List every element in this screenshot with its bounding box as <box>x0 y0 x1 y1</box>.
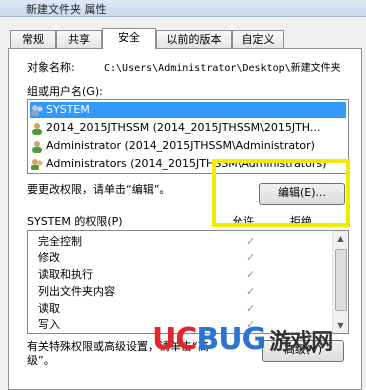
user-icon <box>30 140 44 153</box>
table-row: 列出文件夹内容 ✓ <box>38 284 338 300</box>
allow-check-icon: ✓ <box>246 268 256 281</box>
permission-name: 列出文件夹内容 <box>38 285 115 298</box>
scroll-up-icon[interactable]: ▲ <box>333 231 348 246</box>
table-row: 读取和执行 ✓ <box>38 267 338 283</box>
tab-customize[interactable]: 自定义 <box>232 30 284 48</box>
scroll-thumb[interactable] <box>335 249 347 311</box>
allow-check-icon: ✓ <box>246 285 256 298</box>
table-row: 修改 ✓ <box>38 250 338 266</box>
allow-check-icon: ✓ <box>246 302 256 315</box>
permission-name: 读取 <box>38 302 60 315</box>
table-row: 完全控制 ✓ <box>38 234 338 250</box>
allow-check-icon: ✓ <box>246 235 256 248</box>
window-title: 新建文件夹 属性 <box>26 3 107 16</box>
tab-security[interactable]: 安全 <box>102 28 156 49</box>
permission-name: 读取和执行 <box>38 268 93 281</box>
users-group-icon <box>30 158 44 171</box>
user-icon <box>30 122 44 135</box>
permission-name: 写入 <box>38 318 60 331</box>
special-hint-line2: 级”。 <box>27 354 55 367</box>
allow-check-icon: ✓ <box>246 251 256 264</box>
list-item[interactable]: 2014_2015JTHSSM (2014_2015JTHSSM\2015JTH… <box>30 120 346 136</box>
object-name-value: C:\Users\Administrator\Desktop\新建文件夹 <box>104 63 341 74</box>
user-name: SYSTEM <box>46 103 90 116</box>
user-name: Administrator (2014_2015JTHSSM\Administr… <box>46 139 315 152</box>
tab-sharing[interactable]: 共享 <box>56 30 102 48</box>
object-name-label: 对象名称: <box>27 61 75 74</box>
watermark-part-c: 游戏网 <box>269 330 333 355</box>
groups-label: 组或用户名(G): <box>27 85 103 98</box>
user-name: 2014_2015JTHSSM (2014_2015JTHSSM\2015JTH… <box>46 121 321 134</box>
permissions-scrollbar[interactable]: ▲ ▼ <box>332 231 348 333</box>
change-hint: 要更改权限，请单击“编辑”。 <box>27 183 171 196</box>
tab-general[interactable]: 常规 <box>10 30 56 48</box>
highlight-box <box>212 159 350 227</box>
scroll-down-icon[interactable]: ▼ <box>333 318 348 333</box>
watermark-part-a: UC <box>152 322 197 357</box>
list-item[interactable]: SYSTEM <box>30 102 346 118</box>
list-item[interactable]: Administrator (2014_2015JTHSSM\Administr… <box>30 138 346 154</box>
site-watermark-logo: UCBUG 游戏网 <box>152 322 333 357</box>
users-group-icon <box>30 104 44 117</box>
permission-name: 修改 <box>38 251 60 264</box>
tab-previous-versions[interactable]: 以前的版本 <box>156 30 232 48</box>
watermark-part-b: BUG <box>196 322 266 357</box>
permissions-list: 完全控制 ✓ 修改 ✓ 读取和执行 ✓ 列出文件夹内容 ✓ 读取 ✓ 写入 ✓ … <box>27 230 349 334</box>
permission-name: 完全控制 <box>38 235 82 248</box>
table-row: 读取 ✓ <box>38 301 338 317</box>
permissions-label: SYSTEM 的权限(P) <box>27 215 123 228</box>
title-bar: 新建文件夹 属性 <box>0 0 366 17</box>
